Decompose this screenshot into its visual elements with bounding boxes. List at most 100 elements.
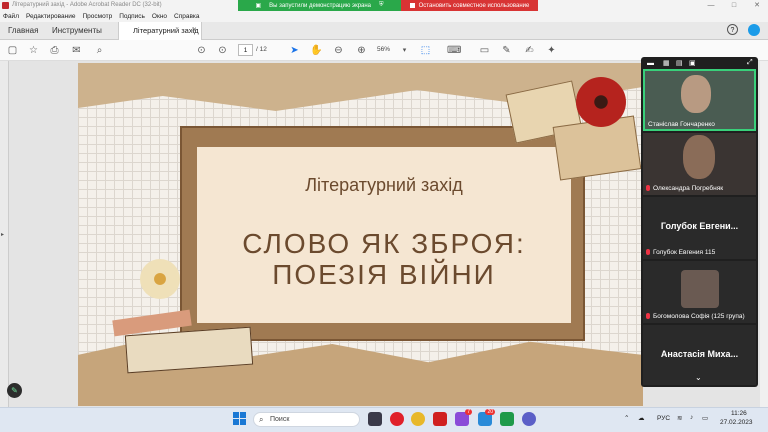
menu-bar: Файл Редактирование Просмотр Подпись Окн… bbox=[0, 11, 768, 22]
select-cursor-icon[interactable]: ➤ bbox=[288, 44, 301, 57]
muted-mic-icon bbox=[646, 313, 650, 320]
help-icon[interactable]: ? bbox=[727, 24, 738, 35]
sign-icon[interactable]: ✍ bbox=[523, 44, 536, 57]
keyboard-language[interactable]: РУС bbox=[657, 415, 670, 422]
window-title: Літературний захід - Adobe Acrobat Reade… bbox=[12, 2, 162, 8]
pen-icon[interactable]: ✎ bbox=[500, 44, 513, 57]
edit-pencil-icon[interactable]: ✎ bbox=[7, 383, 22, 398]
task-view-icon[interactable] bbox=[368, 412, 382, 426]
maximize-button[interactable]: □ bbox=[723, 0, 745, 11]
taskbar-search[interactable]: ⌕ Поиск bbox=[253, 412, 360, 427]
dried-flower-image bbox=[140, 259, 180, 299]
panel-controls: ▬ ▦ ▤ ▣ ⤢ bbox=[643, 59, 756, 69]
expand-arrow-icon[interactable]: ▸ bbox=[1, 231, 4, 238]
screen-share-icon: ▣ bbox=[255, 3, 262, 9]
print-icon[interactable]: ⎙ bbox=[48, 44, 61, 57]
comment-icon[interactable]: ▭ bbox=[478, 44, 491, 57]
clock-time[interactable]: 11:26 bbox=[731, 410, 747, 417]
speaker-view-icon[interactable]: ▣ bbox=[689, 59, 696, 67]
pdf-page-slide: Літературний захід СЛОВО ЯК ЗБРОЯ: ПОЕЗІ… bbox=[78, 63, 643, 406]
windows-start-icon[interactable] bbox=[233, 412, 247, 426]
slide-title-line-2: ПОЕЗІЯ ВІЙНИ bbox=[272, 259, 496, 290]
participants-panel: ▬ ▦ ▤ ▣ ⤢ Станіслав Гончаренко Олександр… bbox=[641, 57, 758, 387]
acrobat-taskbar-icon[interactable] bbox=[433, 412, 447, 426]
wifi-icon[interactable]: ≋ bbox=[677, 414, 682, 422]
bookmark-star-icon[interactable]: ☆ bbox=[27, 44, 40, 57]
notification-badge: 7 bbox=[465, 409, 472, 415]
stop-sharing-button[interactable]: Остановить совместное использование bbox=[401, 0, 538, 11]
hand-tool-icon[interactable]: ✋ bbox=[310, 44, 323, 57]
opera-icon[interactable] bbox=[390, 412, 404, 426]
vertical-scrollbar[interactable] bbox=[760, 61, 768, 407]
minimize-panel-icon[interactable]: ▬ bbox=[647, 60, 654, 67]
minimize-button[interactable]: — bbox=[700, 0, 722, 11]
battery-icon[interactable]: ▭ bbox=[702, 414, 708, 422]
close-window-button[interactable]: ✕ bbox=[746, 0, 768, 11]
page-number-input[interactable]: 1 bbox=[238, 44, 253, 56]
page-up-icon[interactable]: ⊙ bbox=[195, 44, 208, 57]
screen-share-status-text: Вы запустили демонстрацию экрана bbox=[269, 2, 372, 9]
red-flower-image bbox=[576, 77, 626, 127]
menu-window[interactable]: Окно bbox=[152, 13, 167, 20]
tab-document-label: Літературний захід bbox=[133, 26, 199, 35]
participant-tile[interactable]: Богомолова Софія (125 група) bbox=[643, 261, 756, 323]
screen-share-status: ▣ Вы запустили демонстрацию экрана ⛨ bbox=[238, 0, 401, 11]
menu-edit[interactable]: Редактирование bbox=[26, 13, 76, 20]
participant-tile[interactable]: Голубок Евгени... Голубок Евгения 115 bbox=[643, 197, 756, 259]
volume-icon[interactable]: ♪ bbox=[690, 414, 693, 421]
zoom-out-icon[interactable]: ⊖ bbox=[332, 44, 345, 57]
grid-icon[interactable]: ▤ bbox=[676, 59, 683, 67]
muted-mic-icon bbox=[646, 249, 650, 256]
participant-tile[interactable]: Станіслав Гончаренко bbox=[643, 69, 756, 131]
chevron-down-icon[interactable]: ⌄ bbox=[695, 373, 702, 382]
chrome-icon[interactable] bbox=[411, 412, 425, 426]
shield-icon: ⛨ bbox=[379, 2, 384, 8]
participant-name: Голубок Евгения 115 bbox=[646, 249, 715, 256]
participant-tile[interactable]: Олександра Погребняк bbox=[643, 133, 756, 195]
zoom-level[interactable]: 56% bbox=[377, 46, 390, 53]
search-icon[interactable]: ⌕ bbox=[93, 44, 106, 57]
slide-subtitle: Літературний захід bbox=[305, 175, 463, 195]
teams-icon[interactable] bbox=[522, 412, 536, 426]
page-down-icon[interactable]: ⊙ bbox=[216, 44, 229, 57]
tab-home[interactable]: Главная bbox=[8, 22, 38, 39]
participant-name: Богомолова Софія (125 група) bbox=[646, 313, 745, 320]
search-icon: ⌕ bbox=[259, 415, 264, 424]
taskbar-search-label: Поиск bbox=[270, 416, 290, 423]
save-icon[interactable]: ▢ bbox=[6, 44, 19, 57]
tag-icon[interactable]: ✦ bbox=[545, 44, 558, 57]
notification-badge: 20 bbox=[485, 409, 495, 415]
participant-display-name: Анастасія Миха... bbox=[660, 349, 739, 359]
viber-icon[interactable]: 7 bbox=[455, 409, 472, 426]
tab-document[interactable]: Літературний захід ✕ bbox=[118, 22, 202, 40]
slide-title-line-1: СЛОВО ЯК ЗБРОЯ: bbox=[242, 228, 526, 259]
page-fit-icon[interactable]: ⬚ bbox=[419, 44, 432, 57]
menu-file[interactable]: Файл bbox=[3, 13, 19, 20]
participant-name: Станіслав Гончаренко bbox=[648, 121, 715, 128]
menu-view[interactable]: Просмотр bbox=[83, 13, 113, 20]
email-icon[interactable]: ✉ bbox=[70, 44, 83, 57]
participant-tile[interactable]: Анастасія Миха... ⌄ bbox=[643, 325, 756, 385]
meeting-app-icon[interactable] bbox=[500, 412, 514, 426]
participant-video bbox=[681, 75, 711, 113]
tab-tools[interactable]: Инструменты bbox=[52, 22, 102, 39]
tray-overflow-icon[interactable]: ⌃ bbox=[624, 414, 629, 422]
menu-sign[interactable]: Подпись bbox=[119, 13, 145, 20]
stop-icon bbox=[409, 3, 415, 8]
acrobat-app-icon bbox=[2, 2, 9, 9]
telegram-icon[interactable]: 20 bbox=[478, 409, 495, 426]
clock-date[interactable]: 27.02.2023 bbox=[720, 419, 753, 426]
onedrive-icon[interactable]: ☁ bbox=[638, 414, 645, 422]
account-avatar[interactable] bbox=[748, 24, 760, 36]
close-tab-icon[interactable]: ✕ bbox=[191, 22, 197, 40]
keyboard-icon[interactable]: ⌨ bbox=[447, 44, 461, 57]
stop-sharing-label: Остановить совместное использование bbox=[418, 2, 530, 9]
layout-icon[interactable]: ▦ bbox=[663, 59, 670, 67]
zoom-dropdown-icon[interactable]: ▾ bbox=[398, 44, 411, 57]
menu-help[interactable]: Справка bbox=[174, 13, 200, 20]
expand-panel-icon[interactable]: ⤢ bbox=[747, 59, 753, 67]
zoom-in-icon[interactable]: ⊕ bbox=[355, 44, 368, 57]
participant-video bbox=[683, 135, 715, 179]
participant-name: Олександра Погребняк bbox=[646, 185, 723, 192]
left-sidebar-toggle[interactable]: ▸ bbox=[0, 61, 9, 407]
